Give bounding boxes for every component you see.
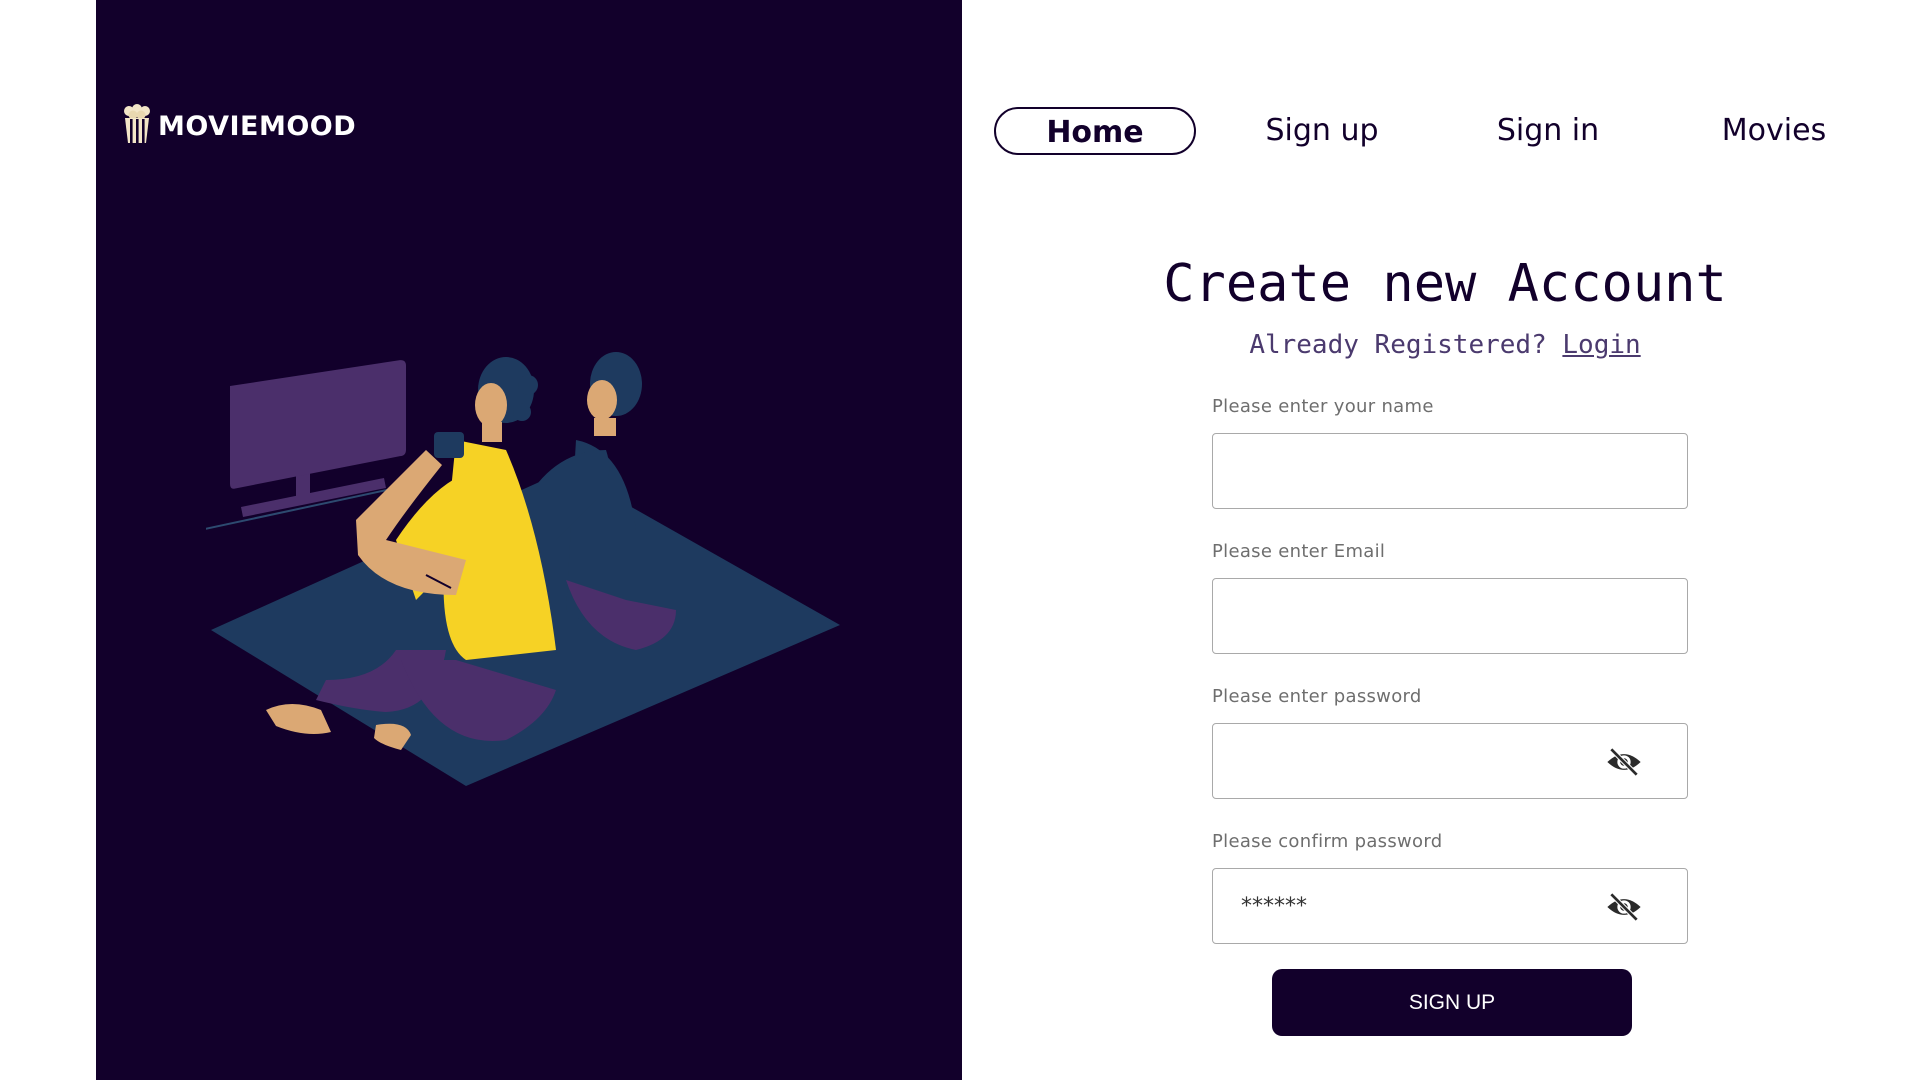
eye-off-icon[interactable] — [1604, 887, 1644, 927]
sign-up-button[interactable]: SIGN UP — [1272, 969, 1632, 1036]
tv-shape — [230, 360, 406, 489]
signup-page: MOVIEMOOD Home Sign up Sign in Movies Cr… — [0, 0, 1920, 1080]
already-registered-text: Already Registered? Login — [1100, 330, 1790, 360]
nav-home[interactable]: Home — [994, 107, 1196, 155]
nav-movies[interactable]: Movies — [1674, 107, 1874, 155]
couple-watching-tv-illustration — [206, 352, 840, 786]
eye-off-icon[interactable] — [1604, 742, 1644, 782]
email-label: Please enter Email — [1212, 541, 1386, 562]
confirm-password-label: Please confirm password — [1212, 831, 1443, 852]
nav-sign-up[interactable]: Sign up — [1222, 107, 1422, 155]
login-link[interactable]: Login — [1562, 330, 1640, 360]
brand-logo[interactable]: MOVIEMOOD — [122, 104, 356, 149]
nav-sign-in[interactable]: Sign in — [1448, 107, 1648, 155]
page-title: Create new Account — [1163, 254, 1727, 314]
brand-name: MOVIEMOOD — [158, 111, 357, 142]
already-registered-label: Already Registered? — [1249, 330, 1563, 360]
name-label: Please enter your name — [1212, 396, 1434, 417]
password-label: Please enter password — [1212, 686, 1422, 707]
email-field[interactable] — [1212, 578, 1688, 654]
popcorn-icon — [122, 104, 152, 149]
hero-panel: MOVIEMOOD — [96, 0, 962, 1080]
name-field[interactable] — [1212, 433, 1688, 509]
main-nav: Home Sign up Sign in Movies — [990, 107, 1870, 157]
